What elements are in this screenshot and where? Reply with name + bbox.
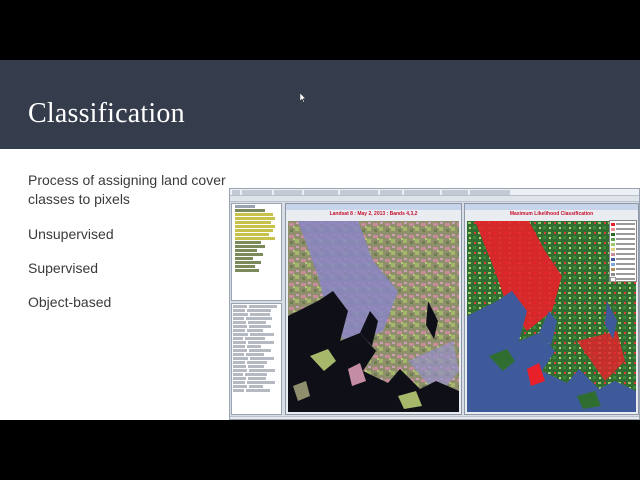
properties-panel (231, 303, 282, 415)
app-toolbar (230, 196, 639, 202)
bullet-unsupervised: Unsupervised (28, 226, 114, 242)
app-statusbar (230, 416, 639, 419)
layer-tree-panel (231, 203, 282, 301)
bullet-process: Process of assigning land cover classes … (28, 172, 226, 207)
satellite-map-image (288, 221, 459, 412)
mouse-cursor-icon (300, 93, 306, 103)
satellite-view-title: Landsat 8 : May 2, 2013 : Bands 4,3,2 (329, 211, 418, 217)
app-menubar (230, 189, 639, 196)
slide: Classification Process of assigning land… (0, 60, 640, 420)
satellite-image-view: Landsat 8 : May 2, 2013 : Bands 4,3,2 (285, 203, 462, 415)
slide-title: Classification (28, 98, 185, 129)
classification-view-title: Maximum Likelihood Classification (509, 211, 594, 217)
bullet-object-based: Object-based (28, 294, 112, 310)
view-titlebar (286, 204, 461, 210)
title-bar: Classification (0, 60, 640, 149)
bullet-supervised: Supervised (28, 260, 99, 276)
view-titlebar (465, 204, 638, 210)
gis-app-screenshot: Landsat 8 : May 2, 2013 : Bands 4,3,2 Ma… (229, 188, 640, 420)
classification-view: Maximum Likelihood Classification (464, 203, 639, 415)
classification-legend (609, 220, 637, 282)
